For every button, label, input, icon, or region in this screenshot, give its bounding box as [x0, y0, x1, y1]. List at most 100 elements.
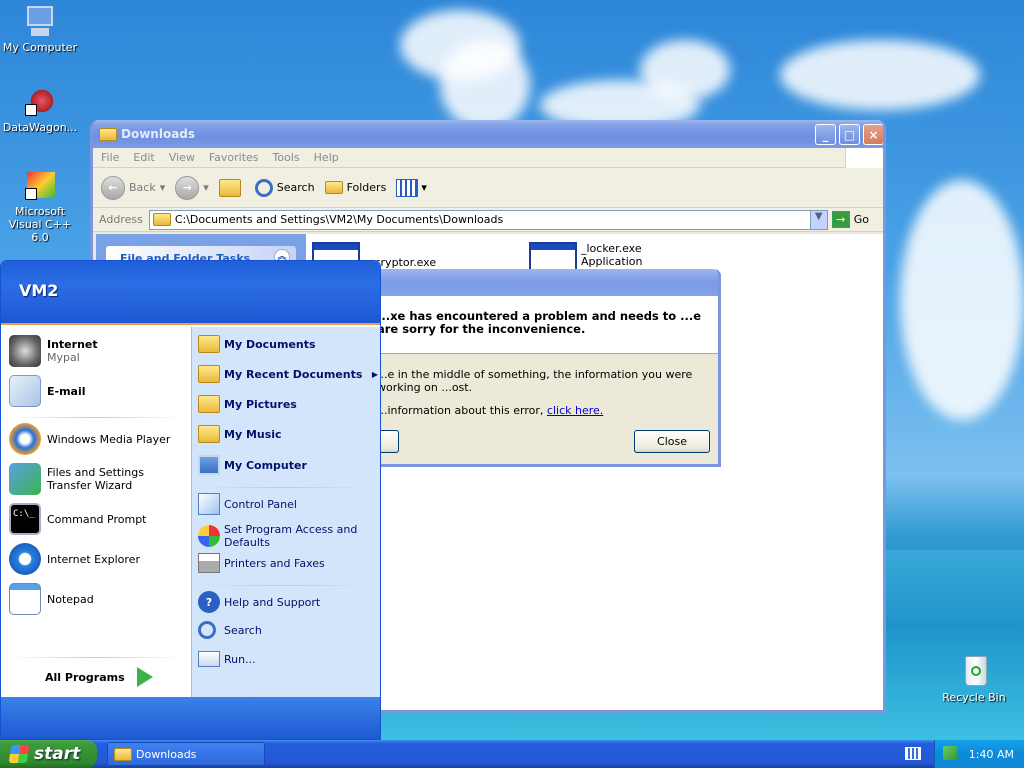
clock[interactable]: 1:40 AM [969, 748, 1014, 761]
taskbar-item-downloads[interactable]: Downloads [107, 742, 265, 766]
start-item-set-program-access[interactable]: Set Program Access and Defaults [198, 523, 376, 549]
menu-favorites[interactable]: Favorites [209, 151, 259, 164]
my-computer-icon [198, 455, 220, 475]
start-button[interactable]: start [0, 740, 97, 768]
desktop-icon-label: Recycle Bin [942, 691, 1006, 704]
network-icon[interactable] [943, 746, 957, 760]
maximize-button[interactable]: □ [839, 124, 860, 145]
search-button[interactable]: Search [254, 178, 315, 197]
minimize-button[interactable]: _ [815, 124, 836, 145]
address-label: Address [99, 213, 143, 226]
address-input[interactable]: C:\Documents and Settings\VM2\My Documen… [148, 209, 828, 230]
file-type: Application [581, 255, 643, 268]
start-item-windows-media-player[interactable]: Windows Media Player [9, 423, 170, 455]
recent-documents-label: My Recent Documents [224, 367, 363, 381]
help-support-label: Help and Support [224, 595, 321, 609]
desktop-icon-label: DataWagon... [2, 121, 78, 134]
internet-sub-label: Mypal [47, 351, 80, 364]
folders-label: Folders [346, 181, 387, 194]
up-folder-button[interactable] [218, 178, 245, 197]
control-panel-label: Control Panel [224, 497, 297, 511]
program-access-icon [198, 525, 220, 547]
folder-icon [152, 213, 171, 226]
start-item-command-prompt[interactable]: C:\_ Command Prompt [9, 503, 147, 535]
submenu-arrow-icon: ▶ [371, 369, 378, 379]
views-button[interactable]: ▾ [396, 178, 427, 197]
my-music-label: My Music [224, 427, 282, 441]
explorer-titlebar[interactable]: Downloads [93, 120, 883, 148]
desktop-icon-my-computer[interactable]: My Computer [0, 6, 80, 54]
menu-view[interactable]: View [169, 151, 195, 164]
start-label: start [34, 744, 81, 764]
window-title: Downloads [121, 127, 196, 141]
my-computer-label: My Computer [224, 458, 307, 472]
desktop-icon-recycle-bin[interactable]: Recycle Bin [934, 656, 1014, 704]
help-icon: ? [198, 591, 220, 613]
click-here-link[interactable]: click here. [547, 404, 603, 417]
start-item-control-panel[interactable]: Control Panel [198, 493, 297, 515]
transfer-wizard-label: Files and Settings Transfer Wizard [47, 466, 144, 492]
start-item-my-music[interactable]: My Music [198, 425, 282, 443]
transfer-wizard-icon [9, 463, 41, 495]
address-dropdown-icon[interactable]: ▼ [809, 210, 827, 229]
mypal-browser-icon [9, 335, 41, 367]
error-message: ...e in the middle of something, the inf… [377, 368, 693, 394]
start-item-notepad[interactable]: Notepad [9, 583, 94, 615]
command-prompt-icon: C:\_ [9, 503, 41, 535]
start-item-internet-explorer[interactable]: Internet Explorer [9, 543, 140, 575]
start-menu-footer [1, 697, 380, 739]
separator [200, 585, 370, 586]
all-programs-label: All Programs [45, 670, 125, 684]
control-panel-icon [198, 493, 220, 515]
close-window-button[interactable]: × [863, 124, 883, 145]
close-button[interactable]: Close [634, 430, 710, 453]
start-item-run[interactable]: Run... [198, 651, 256, 667]
start-item-my-documents[interactable]: My Documents [198, 335, 316, 353]
forward-button[interactable]: → ▾ [175, 175, 209, 200]
printers-faxes-label: Printers and Faxes [224, 556, 325, 570]
program-access-label: Set Program Access and Defaults [224, 523, 358, 549]
desktop-icon-datawagon[interactable]: DataWagon... [0, 86, 80, 134]
internet-label: Internet [47, 338, 98, 351]
menu-bar: File Edit View Favorites Tools Help [93, 147, 883, 168]
start-item-internet[interactable]: Internet Mypal [9, 335, 98, 367]
dialog-titlebar[interactable] [363, 269, 718, 296]
start-menu[interactable]: VM2 Internet Mypal E-mail Windows Media P… [0, 260, 381, 740]
cloud [440, 40, 530, 130]
start-item-my-pictures[interactable]: My Pictures [198, 395, 297, 413]
go-button[interactable]: Go [854, 213, 869, 226]
menu-file[interactable]: File [101, 151, 119, 164]
toolbar: ← Back ▾ → ▾ Search Folders ▾ [93, 168, 883, 208]
taskbar: start Downloads 1:40 AM [0, 740, 1024, 768]
back-label: Back [129, 181, 156, 194]
menu-help[interactable]: Help [314, 151, 339, 164]
start-item-search[interactable]: Search [198, 621, 262, 639]
desktop-icon-label: My Computer [2, 41, 78, 54]
forward-arrow-icon: → [175, 175, 200, 200]
error-more-info: ...information about this error, click h… [363, 394, 718, 417]
menu-edit[interactable]: Edit [133, 151, 154, 164]
go-arrow-icon[interactable]: → [831, 211, 850, 228]
search-icon [254, 178, 273, 197]
my-documents-label: My Documents [224, 337, 316, 351]
start-menu-user: VM2 [1, 261, 380, 325]
start-menu-left: Internet Mypal E-mail Windows Media Playe… [1, 327, 191, 697]
desktop-icon-visual-cpp[interactable]: Microsoft Visual C++ 6.0 [0, 170, 80, 244]
start-item-email[interactable]: E-mail [9, 375, 86, 407]
error-dialog[interactable]: ...xe has encountered a problem and need… [323, 269, 721, 467]
back-button[interactable]: ← Back ▾ [101, 175, 165, 200]
start-item-files-settings-transfer[interactable]: Files and Settings Transfer Wizard [9, 463, 184, 495]
menu-tools[interactable]: Tools [273, 151, 300, 164]
run-icon [198, 651, 220, 667]
keyboard-icon[interactable] [905, 747, 921, 760]
run-label: Run... [224, 652, 256, 666]
file-name[interactable]: _locker.exe [581, 242, 642, 255]
more-info-text: ...information about this error, [377, 404, 544, 417]
all-programs-button[interactable]: All Programs [45, 667, 153, 687]
start-item-my-computer[interactable]: My Computer [198, 455, 307, 475]
folders-button[interactable]: Folders [324, 181, 387, 194]
separator [11, 657, 181, 658]
start-item-printers-faxes[interactable]: Printers and Faxes [198, 553, 325, 573]
start-item-help-support[interactable]: ? Help and Support [198, 591, 320, 613]
start-item-my-recent-documents[interactable]: My Recent Documents ▶ [198, 365, 378, 383]
